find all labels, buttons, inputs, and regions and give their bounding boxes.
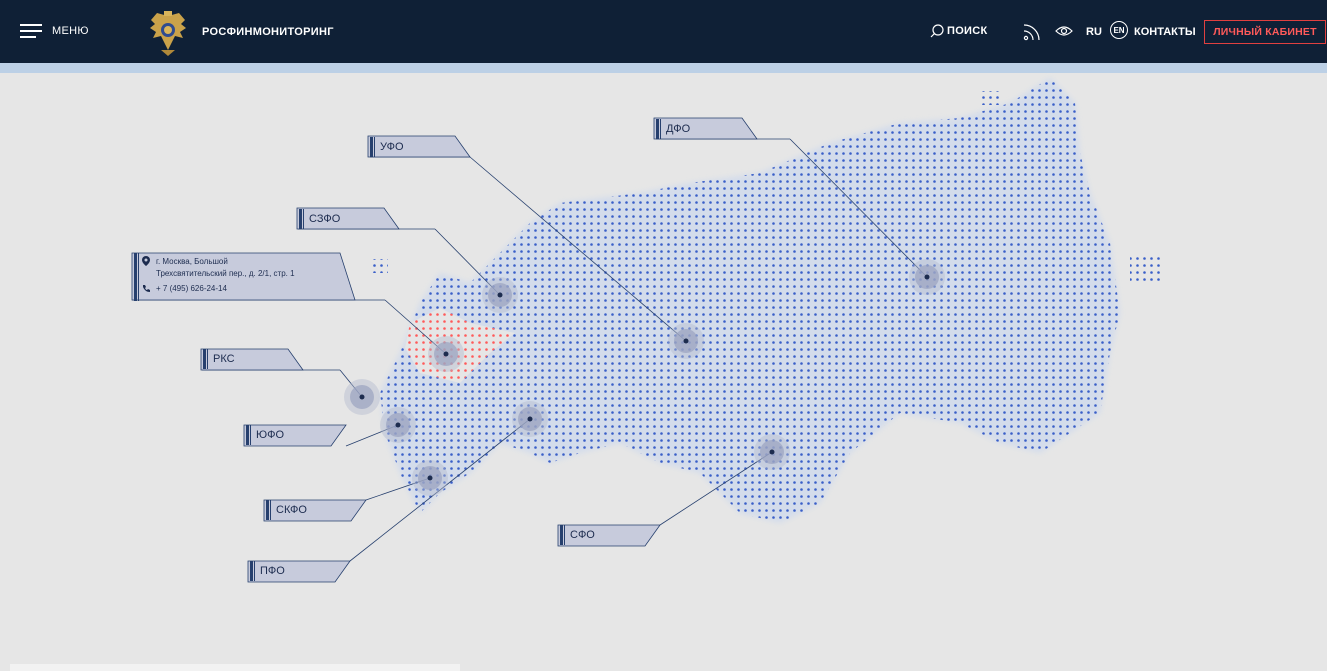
- bottom-panel-edge: [10, 664, 460, 671]
- district-label: СФО: [570, 529, 595, 541]
- district-marker-szfo[interactable]: [482, 277, 518, 313]
- district-tag-ufo[interactable]: УФО: [368, 137, 470, 157]
- district-marker-sfo[interactable]: [754, 434, 790, 470]
- location-pin-icon: [142, 256, 150, 266]
- contacts-link[interactable]: КОНТАКТЫ: [1134, 26, 1196, 38]
- district-label: СКФО: [276, 504, 307, 516]
- accessibility-eye-icon[interactable]: [1055, 23, 1073, 39]
- district-label: УФО: [380, 141, 404, 153]
- district-label: СЗФО: [309, 213, 341, 225]
- search-icon: [930, 24, 944, 38]
- language-en-link[interactable]: EN: [1110, 21, 1128, 39]
- header-accent-strip: [0, 63, 1327, 73]
- island-dots: [980, 91, 1000, 105]
- district-marker-pfo[interactable]: [512, 401, 548, 437]
- district-tag-szfo[interactable]: СЗФО: [297, 209, 399, 229]
- district-label: ДФО: [666, 123, 691, 135]
- district-marker-dfo[interactable]: [909, 259, 945, 295]
- address-line-2: Трехсвятительский пер., д. 2/1, стр. 1: [156, 269, 295, 278]
- district-marker-rks[interactable]: [344, 379, 380, 415]
- hq-address-card[interactable]: г. Москва, Большой Трехсвятительский пер…: [132, 253, 362, 301]
- russia-districts-map: [131, 78, 1160, 583]
- district-tag-dfo[interactable]: ДФО: [654, 119, 756, 139]
- district-tag-skfo[interactable]: СКФО: [264, 500, 366, 520]
- personal-cabinet-button[interactable]: ЛИЧНЫЙ КАБИНЕТ: [1204, 20, 1326, 44]
- address-line-1: г. Москва, Большой: [156, 257, 228, 266]
- district-marker-skfo[interactable]: [412, 460, 448, 496]
- district-tag-sfo[interactable]: СФО: [558, 525, 660, 545]
- brand-name[interactable]: РОСФИНМОНИТОРИНГ: [202, 26, 334, 38]
- menu-button[interactable]: МЕНЮ: [20, 24, 89, 38]
- rss-icon[interactable]: [1022, 22, 1042, 42]
- language-ru-link[interactable]: RU: [1086, 26, 1102, 38]
- island-dots: [1130, 253, 1160, 283]
- search-label: ПОИСК: [947, 25, 988, 37]
- district-label: РКС: [213, 353, 235, 365]
- district-tag-yufo[interactable]: ЮФО: [244, 425, 346, 445]
- search-button[interactable]: ПОИСК: [930, 24, 988, 38]
- district-label: ЮФО: [256, 429, 285, 441]
- district-marker-ufo[interactable]: [668, 323, 704, 359]
- phone-icon: [143, 285, 150, 292]
- district-marker-yufo[interactable]: [380, 407, 416, 443]
- menu-label: МЕНЮ: [52, 24, 89, 37]
- top-header: МЕНЮ РОСФИНМОНИТОРИНГ ПОИСК RU EN КОНТАК…: [0, 0, 1327, 73]
- kaliningrad-dots: [370, 259, 388, 273]
- district-marker-cfo[interactable]: [428, 336, 464, 372]
- eagle-emblem-logo[interactable]: [149, 10, 187, 56]
- district-tag-pfo[interactable]: ПФО: [248, 561, 350, 581]
- menu-icon: [20, 24, 42, 38]
- district-tag-rks[interactable]: РКС: [201, 349, 303, 369]
- district-label: ПФО: [260, 565, 285, 577]
- address-phone[interactable]: + 7 (495) 626-24-14: [156, 284, 227, 293]
